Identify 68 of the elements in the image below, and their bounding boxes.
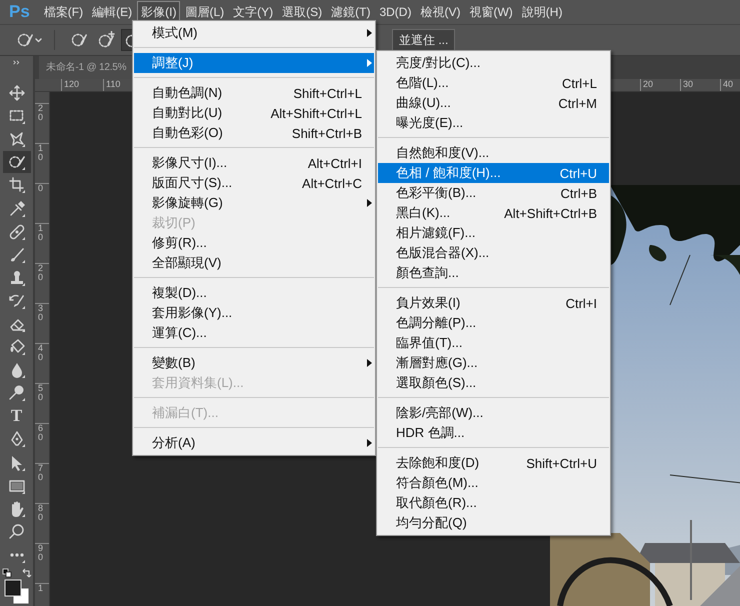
- app-logo: Ps: [9, 2, 30, 22]
- menu-item[interactable]: 檔案(F): [40, 0, 88, 24]
- menu-item[interactable]: 取代顏色(R)...: [378, 493, 609, 513]
- menu-item[interactable]: 色階(L)... Ctrl+L: [378, 73, 609, 93]
- menu-item[interactable]: 複製(D)...: [134, 283, 374, 303]
- menu-item[interactable]: 黑白(K)... Alt+Shift+Ctrl+B: [378, 203, 609, 223]
- ruler-label: 30: [683, 79, 694, 90]
- menu-item[interactable]: 顏色查詢...: [378, 263, 609, 283]
- menu-item[interactable]: 選取顏色(S)...: [378, 373, 609, 393]
- menu-item[interactable]: 符合顏色(M)...: [378, 473, 609, 493]
- type-tool[interactable]: T: [2, 405, 30, 428]
- menu-item[interactable]: 套用影像(Y)...: [134, 303, 374, 323]
- refine-edge-button[interactable]: 並遮住 ...: [392, 28, 456, 52]
- menu-item[interactable]: 圖層(L): [181, 0, 228, 24]
- ruler-label: 80: [38, 504, 43, 523]
- menu-item[interactable]: 漸層對應(G)...: [378, 353, 609, 373]
- ruler-label: 60: [38, 424, 43, 443]
- menu-item[interactable]: 模式(M): [134, 23, 374, 43]
- menu-item[interactable]: 色彩平衡(B)... Ctrl+B: [378, 183, 609, 203]
- menu-item[interactable]: 運算(C)...: [134, 323, 374, 343]
- ruler-label: 120: [64, 79, 80, 90]
- ruler-label: 0: [38, 184, 43, 194]
- ruler-label: 20: [643, 79, 654, 90]
- menu-item[interactable]: 影像旋轉(G): [134, 193, 374, 213]
- menu-item[interactable]: 版面尺寸(S)... Alt+Ctrl+C: [134, 173, 374, 193]
- menu-item[interactable]: 曝光度(E)...: [378, 113, 609, 133]
- menu-item[interactable]: 自動對比(U) Alt+Shift+Ctrl+L: [134, 103, 374, 123]
- menu-item[interactable]: 視窗(W): [465, 0, 517, 24]
- ruler-label: 70: [38, 464, 43, 483]
- menu-item[interactable]: 調整(J): [134, 53, 374, 73]
- menu-item[interactable]: 去除飽和度(D) Shift+Ctrl+U: [378, 453, 609, 473]
- ruler-label: 10: [38, 224, 43, 243]
- ruler-label: 20: [38, 104, 43, 123]
- menu-item[interactable]: 自然飽和度(V)...: [378, 143, 609, 163]
- menu-item[interactable]: 檢視(V): [416, 0, 464, 24]
- ruler-label: 40: [723, 79, 734, 90]
- ruler-label: 1: [38, 584, 43, 594]
- ruler-label: 50: [38, 384, 43, 403]
- menu-item[interactable]: HDR 色調...: [378, 423, 609, 443]
- ruler-label: 30: [38, 304, 43, 323]
- menu-item[interactable]: 色版混合器(X)...: [378, 243, 609, 263]
- menu-item[interactable]: 陰影/亮部(W)...: [378, 403, 609, 423]
- menu-item[interactable]: 3D(D): [375, 2, 416, 22]
- menu-item[interactable]: 曲線(U)... Ctrl+M: [378, 93, 609, 113]
- menu-item[interactable]: 自動色彩(O) Shift+Ctrl+B: [134, 123, 374, 143]
- menu-item[interactable]: 選取(S): [278, 0, 326, 24]
- menu-item[interactable]: 色調分離(P)...: [378, 313, 609, 333]
- menu-item[interactable]: 臨界值(T)...: [378, 333, 609, 353]
- menu-item[interactable]: 負片效果(I) Ctrl+I: [378, 293, 609, 313]
- menu-item[interactable]: 變數(B): [134, 353, 374, 373]
- menu-item[interactable]: 色相 / 飽和度(H)... Ctrl+U: [378, 163, 609, 183]
- ruler-label: 90: [38, 544, 43, 563]
- ruler-label: 20: [38, 264, 43, 283]
- menu-item[interactable]: 文字(Y): [229, 0, 278, 24]
- ruler-label: 10: [38, 144, 43, 163]
- menu-item[interactable]: 修剪(R)...: [134, 233, 374, 253]
- menu-item[interactable]: 相片濾鏡(F)...: [378, 223, 609, 243]
- ruler-label: 110: [106, 79, 120, 90]
- menu-item[interactable]: 亮度/對比(C)...: [378, 53, 609, 73]
- menu-item[interactable]: 濾鏡(T): [327, 0, 374, 24]
- ruler-label: 40: [38, 344, 43, 363]
- menu-item[interactable]: 說明(H): [518, 0, 566, 24]
- menu-item[interactable]: 自動色調(N) Shift+Ctrl+L: [134, 83, 374, 103]
- menu-item[interactable]: 全部顯現(V): [134, 253, 374, 273]
- menu-item[interactable]: 分析(A): [134, 433, 374, 453]
- menu-item[interactable]: 影像尺寸(I)... Alt+Ctrl+I: [134, 153, 374, 173]
- menu-item[interactable]: 均勻分配(Q): [378, 513, 609, 533]
- menu-item[interactable]: 編輯(E): [88, 0, 136, 24]
